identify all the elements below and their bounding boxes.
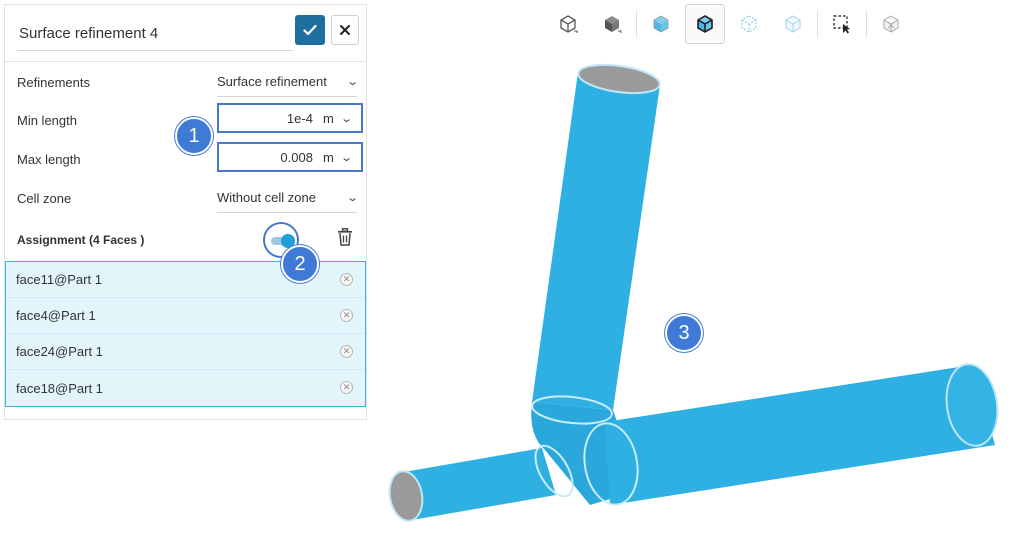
refinements-label: Refinements: [17, 75, 90, 90]
toolbar-separator: [636, 11, 637, 37]
face-list-item[interactable]: face24@Part 1 ✕: [6, 334, 365, 370]
face-list-item[interactable]: face18@Part 1 ✕: [6, 370, 365, 406]
cell-zone-value: Without cell zone: [217, 190, 316, 205]
close-icon: [340, 25, 350, 35]
confirm-button[interactable]: [295, 15, 325, 45]
min-length-label: Min length: [17, 113, 77, 128]
wireframe-view-icon: [741, 15, 757, 33]
face-name: face18@Part 1: [16, 380, 103, 396]
assigned-faces-list: face11@Part 1 ✕ face4@Part 1 ✕ face24@Pa…: [5, 261, 366, 407]
header-divider: [5, 61, 366, 62]
assignment-label: Assignment (4 Faces ): [17, 233, 145, 247]
face-name: face4@Part 1: [16, 308, 96, 323]
remove-face-icon[interactable]: ✕: [340, 345, 353, 358]
face-name: face11@Part 1: [16, 272, 102, 287]
max-length-label: Max length: [17, 152, 81, 167]
branch-pipe[interactable]: [404, 448, 556, 520]
refinements-select[interactable]: Surface refinement ⌄: [217, 67, 359, 97]
wireframe-view-button[interactable]: [729, 4, 769, 44]
max-length-value: 0.008: [280, 149, 313, 165]
remove-face-icon[interactable]: ✕: [340, 381, 353, 394]
chevron-down-icon[interactable]: ⌄: [340, 112, 353, 125]
transparent-view-icon: [653, 15, 669, 33]
app-root: Surface refinement 4 Refinements Surface…: [0, 0, 1024, 539]
chevron-down-icon: ⌄: [345, 192, 359, 204]
chevron-down-icon: ⌄: [345, 76, 359, 88]
cell-zone-select[interactable]: Without cell zone ⌄: [217, 183, 359, 213]
toolbar-separator: [866, 11, 867, 37]
edges-view-icon: [697, 15, 713, 33]
chevron-down-icon[interactable]: ⌄: [340, 151, 353, 164]
check-icon: [303, 24, 317, 36]
max-length-field[interactable]: 0.008 m ⌄: [217, 142, 363, 172]
trash-icon[interactable]: [337, 228, 353, 246]
vertical-pipe[interactable]: [532, 72, 660, 410]
toolbar-separator: [817, 11, 818, 37]
box-select-icon: [833, 15, 850, 34]
iso-view-button[interactable]: [548, 4, 588, 44]
remove-face-icon[interactable]: ✕: [340, 309, 353, 322]
remove-face-icon[interactable]: ✕: [340, 273, 353, 286]
min-length-field[interactable]: 1e-4 m ⌄: [217, 103, 363, 133]
iso-view-icon: [560, 15, 578, 33]
ghost-view-button[interactable]: [773, 4, 813, 44]
callout-marker-2: 2: [281, 245, 319, 283]
face-list-item[interactable]: face4@Part 1 ✕: [6, 298, 365, 334]
hide-icon: [883, 15, 899, 33]
view-toolbar: [548, 4, 915, 44]
min-length-value: 1e-4: [286, 110, 313, 126]
refinement-name-input[interactable]: Surface refinement 4: [17, 17, 293, 51]
edges-view-button[interactable]: [685, 4, 725, 44]
refinements-value: Surface refinement: [217, 74, 327, 89]
panel-header: Surface refinement 4: [5, 5, 366, 61]
hide-button[interactable]: [871, 4, 911, 44]
shaded-view-icon: [605, 16, 622, 33]
horizontal-pipe[interactable]: [605, 365, 995, 505]
close-button[interactable]: [331, 15, 359, 45]
transparent-view-button[interactable]: [641, 4, 681, 44]
refinement-panel: Surface refinement 4 Refinements Surface…: [4, 4, 367, 420]
max-length-unit[interactable]: m: [323, 150, 334, 165]
callout-marker-1: 1: [175, 117, 213, 155]
shaded-view-button[interactable]: [592, 4, 632, 44]
face-name: face24@Part 1: [16, 344, 103, 359]
3d-viewport[interactable]: [370, 50, 1024, 539]
cell-zone-label: Cell zone: [17, 191, 72, 206]
ghost-view-icon: [785, 15, 801, 33]
min-length-unit[interactable]: m: [323, 111, 334, 126]
box-select-button[interactable]: [822, 4, 862, 44]
